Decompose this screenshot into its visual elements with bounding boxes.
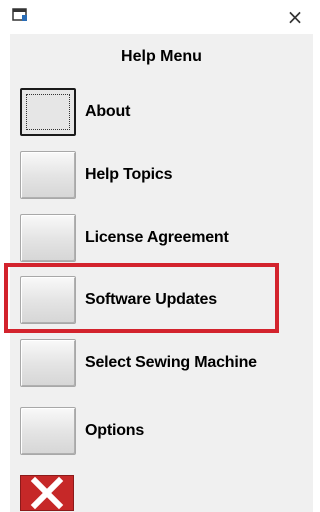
menu-item-help-topics[interactable]: Help Topics [10,151,313,199]
software-updates-button[interactable] [20,276,76,324]
close-icon: × [286,5,304,29]
close-button[interactable]: × [282,4,308,30]
help-topics-label: Help Topics [85,166,173,183]
title-bar: × [0,0,313,34]
menu-item-options[interactable]: Options [10,407,313,455]
focus-indicator [26,94,70,130]
license-agreement-button[interactable] [20,214,76,262]
menu-item-license-agreement[interactable]: License Agreement [10,214,313,262]
license-agreement-label: License Agreement [85,229,229,246]
exit-button[interactable] [20,475,74,511]
menu-title: Help Menu [121,48,202,65]
select-sewing-machine-button[interactable] [20,339,76,387]
about-button[interactable] [20,88,76,136]
software-updates-label: Software Updates [85,291,217,308]
help-topics-button[interactable] [20,151,76,199]
menu-item-software-updates[interactable]: Software Updates [10,276,313,324]
options-button[interactable] [20,407,76,455]
window-icon [12,8,28,22]
red-x-icon [30,476,64,510]
options-label: Options [85,422,145,439]
help-menu-panel: Help Menu About Help Topics License Agre… [10,34,313,512]
menu-item-select-sewing-machine[interactable]: Select Sewing Machine [10,339,313,387]
select-sewing-machine-label: Select Sewing Machine [85,354,257,371]
about-label: About [85,103,131,120]
menu-item-about[interactable]: About [10,88,313,136]
